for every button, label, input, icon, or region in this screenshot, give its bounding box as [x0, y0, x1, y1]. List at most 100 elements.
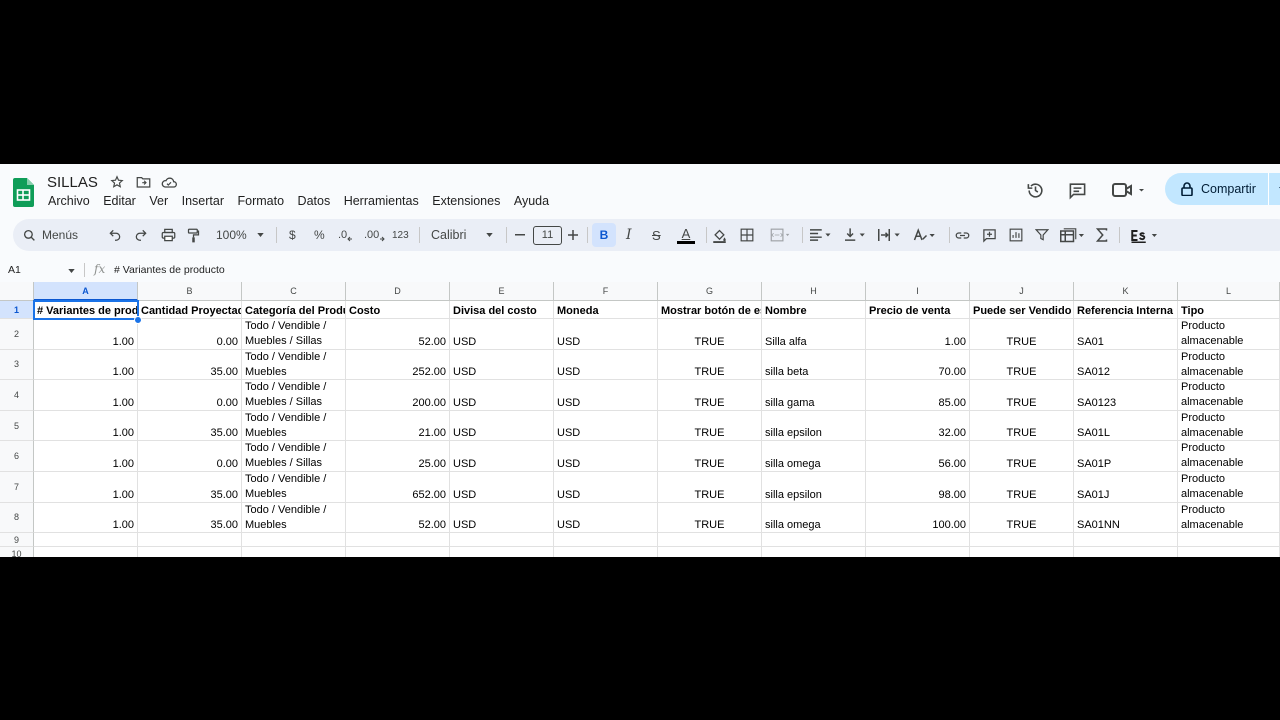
filter-views-icon[interactable] [1059, 219, 1085, 251]
cell-h5[interactable]: silla epsilon [762, 410, 866, 442]
cell-d1[interactable]: Costo [346, 301, 450, 319]
cell-l3[interactable]: Producto almacenable [1178, 349, 1280, 381]
share-button[interactable]: Compartir [1165, 173, 1280, 205]
cell-k5[interactable]: SA01L [1074, 410, 1178, 442]
cell-c8[interactable]: Todo / Vendible / Muebles [242, 502, 346, 534]
cell-g8[interactable]: TRUE [658, 502, 762, 534]
cell-l10[interactable] [1178, 547, 1280, 557]
cell-d8[interactable]: 52.00 [346, 502, 450, 534]
functions-icon[interactable] [1096, 219, 1108, 251]
cell-j5[interactable]: TRUE [970, 410, 1074, 442]
cell-b9[interactable] [138, 533, 242, 548]
more-formats-button[interactable]: 123 [392, 219, 409, 251]
row-header-2[interactable]: 2 [0, 319, 34, 350]
cell-b5[interactable]: 35.00 [138, 410, 242, 442]
cell-k10[interactable] [1074, 547, 1178, 557]
row-header-6[interactable]: 6 [0, 441, 34, 472]
cell-c4[interactable]: Todo / Vendible / Muebles / Sillas [242, 380, 346, 411]
cell-i1[interactable]: Precio de venta [866, 301, 970, 319]
decrease-font-size-icon[interactable] [515, 219, 525, 251]
fill-color-icon[interactable] [712, 219, 727, 251]
cell-d4[interactable]: 200.00 [346, 380, 450, 411]
vertical-align-icon[interactable] [845, 219, 867, 251]
cell-c1[interactable]: Categoría del Producto [242, 301, 346, 319]
share-dropdown-icon[interactable] [1275, 181, 1280, 197]
cell-k2[interactable]: SA01 [1074, 319, 1178, 350]
cell-k1[interactable]: Referencia Interna [1074, 301, 1178, 319]
cell-a9[interactable] [34, 533, 138, 548]
font-select[interactable]: Calibri [431, 219, 494, 251]
cell-i3[interactable]: 70.00 [866, 349, 970, 381]
cell-d5[interactable]: 21.00 [346, 410, 450, 442]
cell-e7[interactable]: USD [450, 472, 554, 503]
cell-i6[interactable]: 56.00 [866, 441, 970, 472]
row-header-4[interactable]: 4 [0, 380, 34, 411]
row-header-3[interactable]: 3 [0, 349, 34, 381]
cell-j10[interactable] [970, 547, 1074, 557]
cell-c2[interactable]: Todo / Vendible / Muebles / Sillas [242, 319, 346, 350]
cell-e9[interactable] [450, 533, 554, 548]
insert-chart-icon[interactable] [1009, 219, 1023, 251]
row-header-8[interactable]: 8 [0, 502, 34, 534]
cell-j6[interactable]: TRUE [970, 441, 1074, 472]
formula-input[interactable]: # Variantes de producto [114, 264, 225, 276]
cell-f2[interactable]: USD [554, 319, 658, 350]
column-header-a[interactable]: A [34, 282, 138, 301]
bold-button[interactable]: B [592, 223, 616, 247]
menu-herramientas[interactable]: Herramientas [344, 194, 419, 208]
column-header-c[interactable]: C [242, 282, 346, 301]
cell-f9[interactable] [554, 533, 658, 548]
column-header-g[interactable]: G [658, 282, 762, 301]
cell-i9[interactable] [866, 533, 970, 548]
cell-f7[interactable]: USD [554, 472, 658, 503]
strikethrough-button[interactable]: S [652, 219, 661, 251]
cell-c10[interactable] [242, 547, 346, 557]
borders-icon[interactable] [740, 219, 754, 251]
menu-ver[interactable]: Ver [149, 194, 168, 208]
cell-b3[interactable]: 35.00 [138, 349, 242, 381]
cell-g10[interactable] [658, 547, 762, 557]
cell-l2[interactable]: Producto almacenable [1178, 319, 1280, 350]
menu-datos[interactable]: Datos [298, 194, 331, 208]
menu-ayuda[interactable]: Ayuda [514, 194, 549, 208]
cell-b4[interactable]: 0.00 [138, 380, 242, 411]
cell-e10[interactable] [450, 547, 554, 557]
decrease-decimal-button[interactable]: .0 [338, 219, 353, 251]
cell-g9[interactable] [658, 533, 762, 548]
cell-c7[interactable]: Todo / Vendible / Muebles [242, 472, 346, 503]
version-history-icon[interactable] [1025, 180, 1045, 200]
cell-f6[interactable]: USD [554, 441, 658, 472]
cell-a5[interactable]: 1.00 [34, 410, 138, 442]
cell-b6[interactable]: 0.00 [138, 441, 242, 472]
cell-l6[interactable]: Producto almacenable [1178, 441, 1280, 472]
column-header-d[interactable]: D [346, 282, 450, 301]
cell-j9[interactable] [970, 533, 1074, 548]
star-icon[interactable] [109, 174, 125, 190]
cell-b8[interactable]: 35.00 [138, 502, 242, 534]
cell-h7[interactable]: silla epsilon [762, 472, 866, 503]
increase-font-size-icon[interactable] [568, 219, 578, 251]
chevron-down-icon[interactable] [68, 269, 75, 273]
sheets-logo-icon[interactable] [13, 178, 34, 207]
column-header-i[interactable]: I [866, 282, 970, 301]
cell-i7[interactable]: 98.00 [866, 472, 970, 503]
filter-icon[interactable] [1035, 219, 1049, 251]
move-folder-icon[interactable] [135, 174, 151, 190]
cloud-status-icon[interactable] [161, 174, 177, 190]
cell-f8[interactable]: USD [554, 502, 658, 534]
cell-e8[interactable]: USD [450, 502, 554, 534]
cell-g2[interactable]: TRUE [658, 319, 762, 350]
menu-formato[interactable]: Formato [238, 194, 285, 208]
cell-c6[interactable]: Todo / Vendible / Muebles / Sillas [242, 441, 346, 472]
row-header-5[interactable]: 5 [0, 410, 34, 442]
cell-l8[interactable]: Producto almacenable [1178, 502, 1280, 534]
cell-k7[interactable]: SA01J [1074, 472, 1178, 503]
redo-icon[interactable] [134, 219, 148, 251]
cell-c9[interactable] [242, 533, 346, 548]
cell-j4[interactable]: TRUE [970, 380, 1074, 411]
menu-extensiones[interactable]: Extensiones [432, 194, 500, 208]
column-header-b[interactable]: B [138, 282, 242, 301]
cell-d6[interactable]: 25.00 [346, 441, 450, 472]
menu-search[interactable]: Menús [23, 223, 111, 247]
cell-a7[interactable]: 1.00 [34, 472, 138, 503]
